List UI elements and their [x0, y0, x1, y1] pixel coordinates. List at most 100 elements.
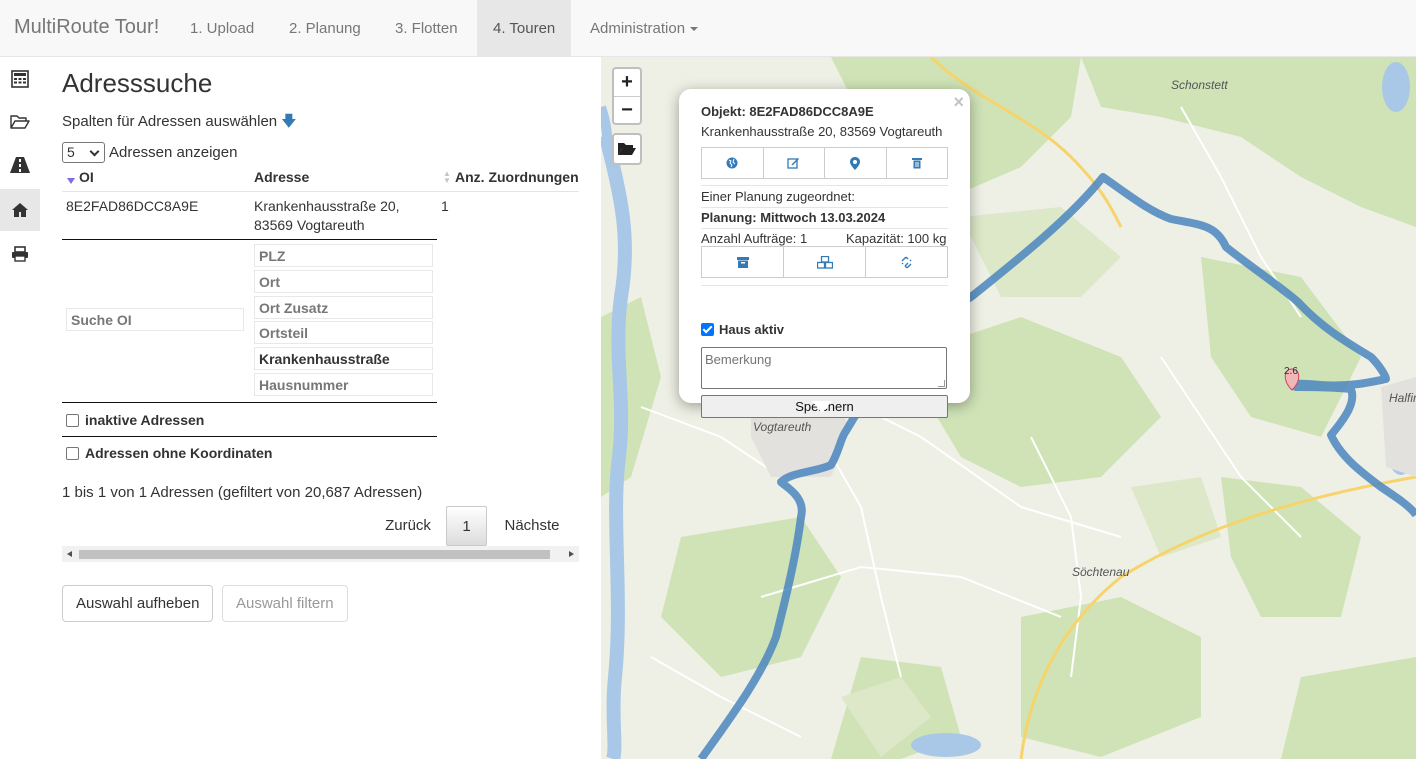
folder-open-icon[interactable]	[0, 101, 40, 143]
page-length-select[interactable]: 5	[62, 142, 105, 163]
nav-touren[interactable]: 4. Touren	[477, 0, 572, 57]
nav-flotten[interactable]: 3. Flotten	[379, 0, 474, 57]
clear-selection-button[interactable]: Auswahl aufheben	[62, 585, 214, 622]
trash-button[interactable]	[886, 147, 948, 179]
folder-open-icon	[618, 143, 636, 155]
home-icon[interactable]	[0, 189, 40, 231]
filter-strasse-input[interactable]: Krankenhausstraße	[254, 347, 433, 370]
edit-button[interactable]	[763, 147, 825, 179]
nav-upload[interactable]: 1. Upload	[174, 0, 270, 57]
no-coords-checkbox[interactable]	[66, 446, 79, 460]
filter-ort-input[interactable]: Ort	[254, 270, 433, 293]
cell-address-line2: 83569 Vogtareuth	[254, 217, 365, 233]
navbar: MultiRoute Tour! 1. Upload 2. Planung 3.…	[0, 0, 1416, 57]
th-adresse[interactable]: Adresse	[254, 169, 309, 185]
house-active-checkbox[interactable]	[701, 323, 714, 336]
popup-orders: Anzahl Aufträge: 1	[701, 231, 808, 246]
popup-capacity: Kapazität: 100 kg	[846, 231, 947, 246]
page-length-label: Adressen anzeigen	[109, 144, 238, 161]
map-marker-icon	[850, 156, 861, 170]
arrow-down-icon: 🡇	[281, 113, 297, 130]
popup-divider-1	[701, 185, 948, 186]
pagination-prev[interactable]: Zurück	[367, 506, 449, 546]
globe-button[interactable]	[701, 147, 764, 179]
remark-textarea[interactable]: Bemerkung	[701, 347, 947, 389]
inactive-addresses-checkbox[interactable]	[66, 413, 79, 427]
column-select-label: Spalten für Adressen auswählen	[62, 113, 278, 130]
filter-selection-button[interactable]: Auswahl filtern	[222, 585, 348, 622]
sort-desc-icon	[67, 178, 75, 184]
zoom-control: + −	[612, 67, 642, 125]
place-halfing: Halfing	[1389, 391, 1416, 405]
marker-label[interactable]: 2.6	[1284, 366, 1298, 377]
th-oi[interactable]: OI	[79, 169, 94, 185]
filter-oi-input[interactable]: Suche OI	[66, 308, 244, 331]
nav-planung[interactable]: 2. Planung	[273, 0, 377, 57]
horizontal-scrollbar[interactable]	[62, 546, 579, 562]
popup-tip	[812, 401, 832, 413]
no-coords-toggle[interactable]: Adressen ohne Koordinaten	[66, 445, 272, 461]
no-coords-label: Adressen ohne Koordinaten	[85, 445, 273, 461]
pagination-next[interactable]: Nächste	[496, 506, 568, 546]
filter-ortsteil-input[interactable]: Ortsteil	[254, 321, 433, 344]
scroll-right-icon[interactable]	[569, 551, 574, 557]
column-select-link[interactable]: Spalten für Adressen auswählen 🡇	[62, 111, 297, 136]
page-title: Adresssuche	[62, 68, 213, 98]
edit-icon	[787, 158, 800, 169]
map[interactable]: Schonstett Vogtareuth Halfing Söchtenau …	[601, 57, 1416, 759]
house-active-toggle[interactable]: Haus aktiv	[701, 322, 784, 337]
popup-address: Krankenhausstraße 20, 83569 Vogtareuth	[701, 124, 943, 139]
nav-administration-label: Administration	[590, 20, 686, 37]
sort-both-icon: ▲ ▼	[443, 169, 451, 185]
archive-button[interactable]	[701, 246, 784, 278]
th-anz-zuordnungen[interactable]: Anz. Zuordnungen	[455, 169, 579, 185]
zoom-in-button[interactable]: +	[614, 69, 640, 96]
brand[interactable]: MultiRoute Tour!	[14, 16, 159, 39]
boxes-icon	[816, 255, 833, 269]
nav-administration-dropdown[interactable]: Administration	[574, 0, 714, 57]
unlink-icon	[901, 256, 912, 268]
place-soechtenau: Söchtenau	[1072, 565, 1130, 579]
filter-plz-input[interactable]: PLZ	[254, 244, 433, 267]
boxes-button[interactable]	[784, 246, 866, 278]
scroll-left-icon[interactable]	[67, 551, 72, 557]
close-icon[interactable]: ×	[953, 92, 964, 113]
popup-assigned-label: Einer Planung zugeordnet:	[701, 189, 855, 204]
scroll-thumb[interactable]	[79, 550, 550, 559]
checkbox-divider	[62, 436, 437, 437]
folder-open-button[interactable]	[612, 133, 642, 165]
address-popup: × Objekt: 8E2FAD86DCC8A9E Krankenhausstr…	[679, 89, 970, 418]
globe-icon	[726, 157, 738, 169]
pagination-current[interactable]: 1	[446, 506, 487, 546]
cell-count: 1	[441, 198, 449, 214]
sidebar	[0, 57, 40, 759]
calculator-icon[interactable]	[0, 58, 40, 100]
print-icon[interactable]	[0, 233, 40, 275]
popup-action-row-1	[701, 147, 948, 179]
place-schonstett: Schonstett	[1171, 78, 1228, 92]
cell-oi[interactable]: 8E2FAD86DCC8A9E	[66, 197, 198, 216]
map-marker-button[interactable]	[825, 147, 887, 179]
popup-object: Objekt: 8E2FAD86DCC8A9E	[701, 104, 874, 119]
zoom-out-button[interactable]: −	[614, 96, 640, 123]
inactive-addresses-label: inaktive Adressen	[85, 412, 205, 428]
cell-address-line1: Krankenhausstraße 20,	[254, 198, 400, 214]
row-divider	[62, 239, 437, 240]
filter-divider	[62, 402, 437, 403]
popup-action-row-2	[701, 246, 948, 278]
filter-hausnummer-input[interactable]: Hausnummer	[254, 373, 433, 396]
trash-icon	[911, 158, 922, 169]
archive-icon	[736, 256, 749, 268]
inactive-addresses-toggle[interactable]: inaktive Adressen	[66, 412, 204, 428]
popup-divider-2	[701, 207, 948, 208]
table-info: 1 bis 1 von 1 Adressen (gefiltert von 20…	[62, 484, 423, 501]
place-vogtareuth: Vogtareuth	[753, 420, 812, 434]
caret-down-icon	[690, 27, 699, 32]
popup-planning: Planung: Mittwoch 13.03.2024	[701, 210, 886, 225]
unlink-button[interactable]	[866, 246, 948, 278]
road-icon[interactable]	[0, 144, 40, 186]
filter-ort-zusatz-input[interactable]: Ort Zusatz	[254, 296, 433, 319]
house-active-label: Haus aktiv	[719, 322, 785, 337]
table-header-divider	[62, 191, 579, 192]
page-length: 5 Adressen anzeigen	[62, 142, 237, 163]
